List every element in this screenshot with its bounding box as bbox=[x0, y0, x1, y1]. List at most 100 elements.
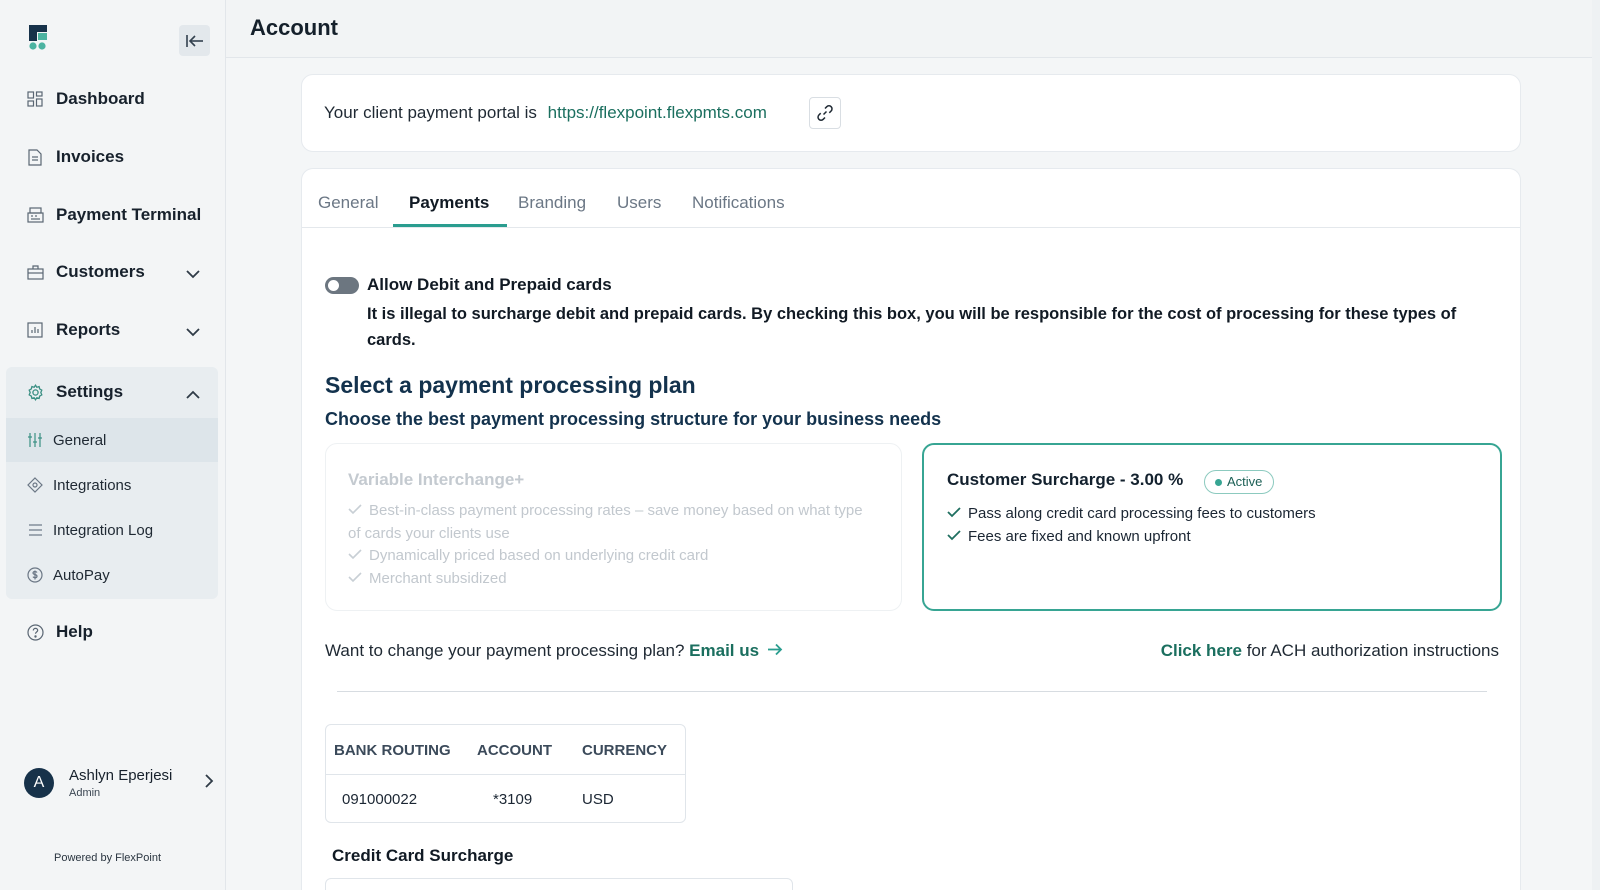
sidebar-item-label: Reports bbox=[56, 320, 121, 339]
tab-branding[interactable]: Branding bbox=[518, 193, 586, 228]
sidebar-item-reports[interactable]: Reports bbox=[6, 308, 218, 352]
check-icon bbox=[348, 545, 365, 568]
table-header: BANK ROUTING ACCOUNT CURRENCY bbox=[326, 725, 685, 775]
top-bar: Account bbox=[226, 0, 1600, 58]
sidebar-subitem-general[interactable]: General bbox=[6, 418, 218, 462]
check-icon bbox=[947, 503, 964, 526]
invoice-icon bbox=[26, 148, 44, 166]
payments-settings-card: General Payments Branding Users Notifica… bbox=[301, 168, 1521, 890]
sidebar-subitem-label: Integrations bbox=[53, 476, 132, 494]
plan-feature: Fees are fixed and known upfront bbox=[947, 526, 1316, 549]
sidebar-subitem-label: Integration Log bbox=[53, 521, 154, 539]
plan-feature: Merchant subsidized bbox=[348, 568, 878, 591]
sidebar-item-label: Invoices bbox=[56, 147, 125, 166]
sidebar-item-label: Customers bbox=[56, 262, 145, 281]
check-icon bbox=[348, 568, 365, 591]
terminal-icon bbox=[26, 206, 44, 224]
ach-line: Click here for ACH authorization instruc… bbox=[1161, 641, 1499, 661]
gear-icon bbox=[26, 383, 44, 401]
sidebar-subitem-integration-log[interactable]: Integration Log bbox=[6, 508, 218, 552]
sidebar-item-settings[interactable]: Settings bbox=[6, 370, 218, 414]
plan-heading: Select a payment processing plan bbox=[325, 372, 696, 398]
dollar-icon bbox=[26, 566, 44, 584]
chevron-up-icon bbox=[186, 384, 200, 404]
page-title: Account bbox=[250, 15, 338, 40]
sidebar-item-invoices[interactable]: Invoices bbox=[6, 135, 218, 179]
plan-title: Customer Surcharge - 3.00 % bbox=[947, 470, 1184, 489]
user-role: Admin bbox=[69, 787, 101, 799]
sidebar-item-label: Help bbox=[56, 622, 93, 641]
debit-prepaid-description: It is illegal to surcharge debit and pre… bbox=[367, 305, 1457, 349]
scrollbar[interactable] bbox=[1592, 0, 1600, 890]
powered-by: Powered by FlexPoint bbox=[54, 852, 161, 864]
change-plan-text: Want to change your payment processing p… bbox=[325, 641, 685, 660]
table-row: 091000022 *3109 USD bbox=[326, 775, 685, 822]
debit-prepaid-toggle[interactable] bbox=[325, 277, 359, 294]
flexpoint-logo[interactable] bbox=[29, 25, 51, 55]
change-plan-line: Want to change your payment processing p… bbox=[325, 641, 783, 661]
portal-prefix: Your client payment portal is bbox=[324, 103, 537, 122]
credit-card-surcharge-box bbox=[325, 878, 793, 890]
customers-icon bbox=[26, 263, 44, 281]
email-us-link[interactable]: Email us bbox=[689, 641, 783, 660]
plan-feature: Dynamically priced based on underlying c… bbox=[348, 545, 878, 568]
check-icon bbox=[348, 500, 365, 523]
bank-account-table: BANK ROUTING ACCOUNT CURRENCY 091000022 … bbox=[325, 724, 686, 823]
user-profile[interactable]: A Ashlyn Eperjesi Admin bbox=[24, 763, 214, 803]
copy-link-button[interactable] bbox=[809, 97, 841, 129]
currency: USD bbox=[582, 791, 614, 808]
account-number: *3109 bbox=[493, 791, 533, 808]
plan-customer-surcharge[interactable]: Customer Surcharge - 3.00 % Active Pass … bbox=[922, 443, 1502, 611]
sidebar-item-payment-terminal[interactable]: Payment Terminal bbox=[6, 193, 218, 237]
plan-feature-list: Pass along credit card processing fees t… bbox=[947, 503, 1316, 548]
sidebar-item-label: Settings bbox=[56, 382, 124, 401]
ach-instructions-link[interactable]: Click here bbox=[1161, 641, 1242, 660]
portal-text: Your client payment portal is https://fl… bbox=[324, 103, 767, 123]
sidebar-item-dashboard[interactable]: Dashboard bbox=[6, 77, 218, 121]
credit-card-surcharge-title: Credit Card Surcharge bbox=[332, 846, 514, 865]
portal-card: Your client payment portal is https://fl… bbox=[301, 74, 1521, 152]
integrations-icon bbox=[26, 476, 44, 494]
collapse-icon bbox=[185, 34, 203, 47]
tab-general[interactable]: General bbox=[318, 193, 378, 228]
column-header: ACCOUNT bbox=[477, 742, 552, 759]
chevron-down-icon bbox=[186, 264, 200, 284]
chevron-right-icon bbox=[205, 773, 214, 793]
plan-title: Variable Interchange+ bbox=[348, 470, 525, 489]
portal-link[interactable]: https://flexpoint.flexpmts.com bbox=[548, 103, 767, 122]
reports-icon bbox=[26, 321, 44, 339]
tab-payments[interactable]: Payments bbox=[409, 193, 489, 228]
check-icon bbox=[947, 526, 964, 549]
sidebar-item-label: Dashboard bbox=[56, 89, 145, 108]
tab-users[interactable]: Users bbox=[617, 193, 661, 228]
sidebar-subitem-label: AutoPay bbox=[53, 566, 110, 584]
column-header: BANK ROUTING bbox=[334, 742, 451, 759]
sidebar-subitem-label: General bbox=[53, 431, 107, 449]
debit-prepaid-title: Allow Debit and Prepaid cards bbox=[367, 275, 612, 294]
chevron-down-icon bbox=[186, 322, 200, 342]
collapse-sidebar-button[interactable] bbox=[179, 25, 210, 56]
help-icon bbox=[26, 623, 44, 641]
sidebar: Dashboard Invoices Payment Terminal Cust… bbox=[0, 0, 226, 890]
plan-subheading: Choose the best payment processing struc… bbox=[325, 409, 942, 429]
ach-text: for ACH authorization instructions bbox=[1246, 641, 1499, 660]
plan-feature: Pass along credit card processing fees t… bbox=[947, 503, 1316, 526]
divider bbox=[337, 691, 1487, 692]
column-header: CURRENCY bbox=[582, 742, 668, 759]
sidebar-item-customers[interactable]: Customers bbox=[6, 250, 218, 294]
sidebar-subitem-autopay[interactable]: AutoPay bbox=[6, 553, 218, 597]
avatar: A bbox=[24, 768, 54, 798]
status-badge: Active bbox=[1204, 470, 1275, 494]
sliders-icon bbox=[26, 431, 44, 449]
tab-notifications[interactable]: Notifications bbox=[692, 193, 785, 228]
dashboard-icon bbox=[26, 90, 44, 108]
link-icon bbox=[817, 105, 833, 121]
sidebar-subitem-integrations[interactable]: Integrations bbox=[6, 463, 218, 507]
plan-feature: Best-in-class payment processing rates –… bbox=[348, 500, 863, 542]
sidebar-item-help[interactable]: Help bbox=[6, 610, 218, 654]
plan-variable-interchange[interactable]: Variable Interchange+ Best-in-class paym… bbox=[325, 443, 902, 611]
sidebar-item-label: Payment Terminal bbox=[56, 205, 202, 224]
plan-feature-list: Best-in-class payment processing rates –… bbox=[348, 500, 878, 590]
arrow-right-icon bbox=[767, 643, 783, 656]
settings-tabs: General Payments Branding Users Notifica… bbox=[302, 169, 1520, 228]
